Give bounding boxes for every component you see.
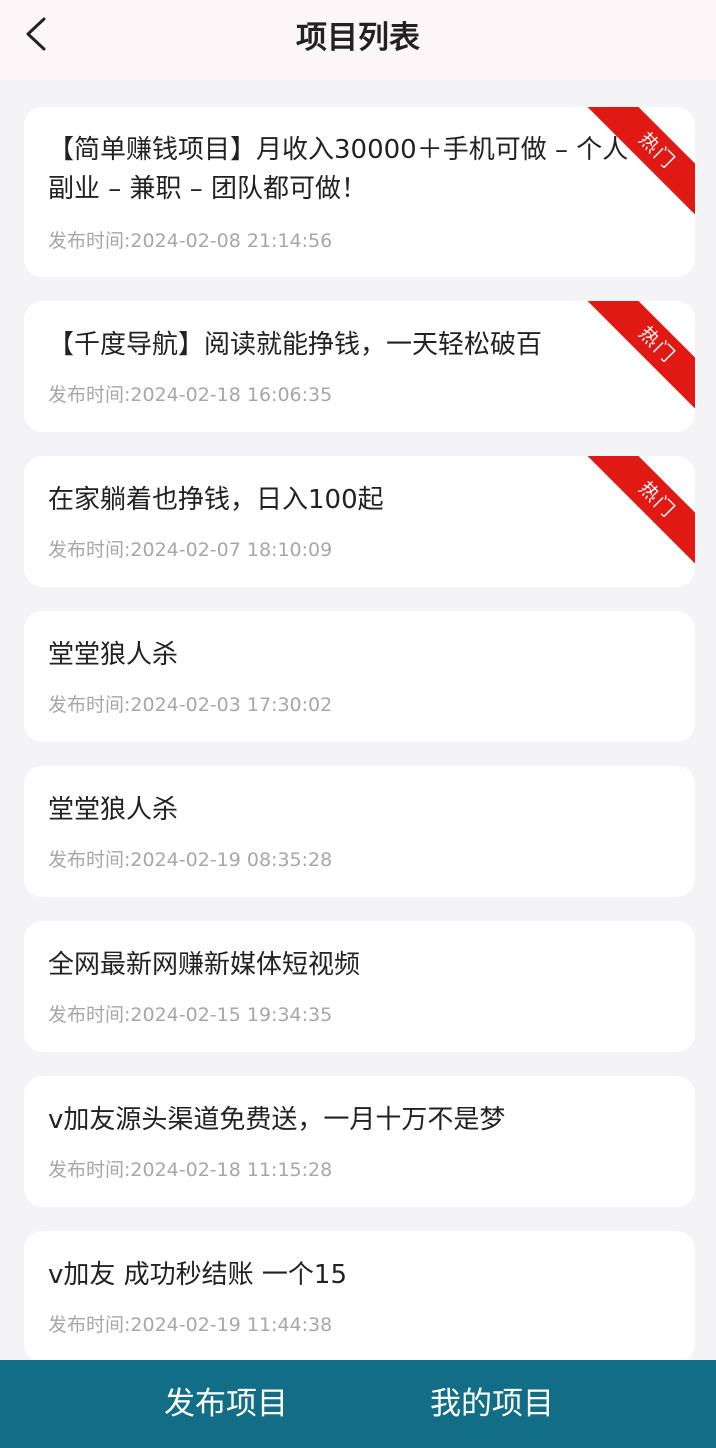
project-list: 【简单赚钱项目】月收入30000＋手机可做 – 个人 – 副业 – 兼职 – 团… (0, 80, 716, 1360)
project-card[interactable]: 【千度导航】阅读就能挣钱，一天轻松破百 发布时间:2024-02-18 16:0… (24, 301, 695, 432)
project-card[interactable]: v加友源头渠道免费送，一月十万不是梦 发布时间:2024-02-18 11:15… (24, 1076, 695, 1207)
project-title: 堂堂狼人杀 (48, 795, 179, 825)
project-publish-time: 发布时间:2024-02-03 17:30:02 (48, 694, 333, 716)
project-publish-time: 发布时间:2024-02-08 21:14:56 (48, 230, 333, 252)
top-bar: 项目列表 (0, 0, 716, 80)
project-publish-time: 发布时间:2024-02-07 18:10:09 (48, 539, 333, 561)
project-card[interactable]: 堂堂狼人杀 发布时间:2024-02-19 08:35:28 (24, 766, 695, 897)
project-card[interactable]: 【简单赚钱项目】月收入30000＋手机可做 – 个人 – 副业 – 兼职 – 团… (24, 107, 695, 277)
project-title: 【简单赚钱项目】月收入30000＋手机可做 – 个人 – 副业 – 兼职 – 团… (48, 135, 650, 204)
my-projects-button[interactable]: 我的项目 (313, 1360, 671, 1448)
project-card[interactable]: 全网最新网赚新媒体短视频 发布时间:2024-02-15 19:34:35 (24, 921, 695, 1052)
project-title: 全网最新网赚新媒体短视频 (48, 950, 361, 980)
project-publish-time: 发布时间:2024-02-18 16:06:35 (48, 384, 333, 406)
project-card[interactable]: v加友 成功秒结账 一个15 发布时间:2024-02-19 11:44:38 (24, 1231, 695, 1360)
project-title: v加友 成功秒结账 一个15 (48, 1260, 348, 1290)
bottom-nav-bar: 发布项目 我的项目 (0, 1360, 716, 1448)
page-title: 项目列表 (296, 20, 420, 56)
project-publish-time: 发布时间:2024-02-19 11:44:38 (48, 1314, 333, 1336)
project-publish-time: 发布时间:2024-02-15 19:34:35 (48, 1004, 333, 1026)
project-card[interactable]: 堂堂狼人杀 发布时间:2024-02-03 17:30:02 (24, 611, 695, 742)
project-publish-time: 发布时间:2024-02-19 08:35:28 (48, 849, 333, 871)
project-title: v加友源头渠道免费送，一月十万不是梦 (48, 1105, 506, 1135)
project-card[interactable]: 在家躺着也挣钱，日入100起 发布时间:2024-02-07 18:10:09 … (24, 456, 695, 587)
project-title: 堂堂狼人杀 (48, 640, 179, 670)
project-publish-time: 发布时间:2024-02-18 11:15:28 (48, 1159, 333, 1181)
project-title: 【千度导航】阅读就能挣钱，一天轻松破百 (48, 330, 543, 360)
project-title: 在家躺着也挣钱，日入100起 (48, 485, 384, 515)
